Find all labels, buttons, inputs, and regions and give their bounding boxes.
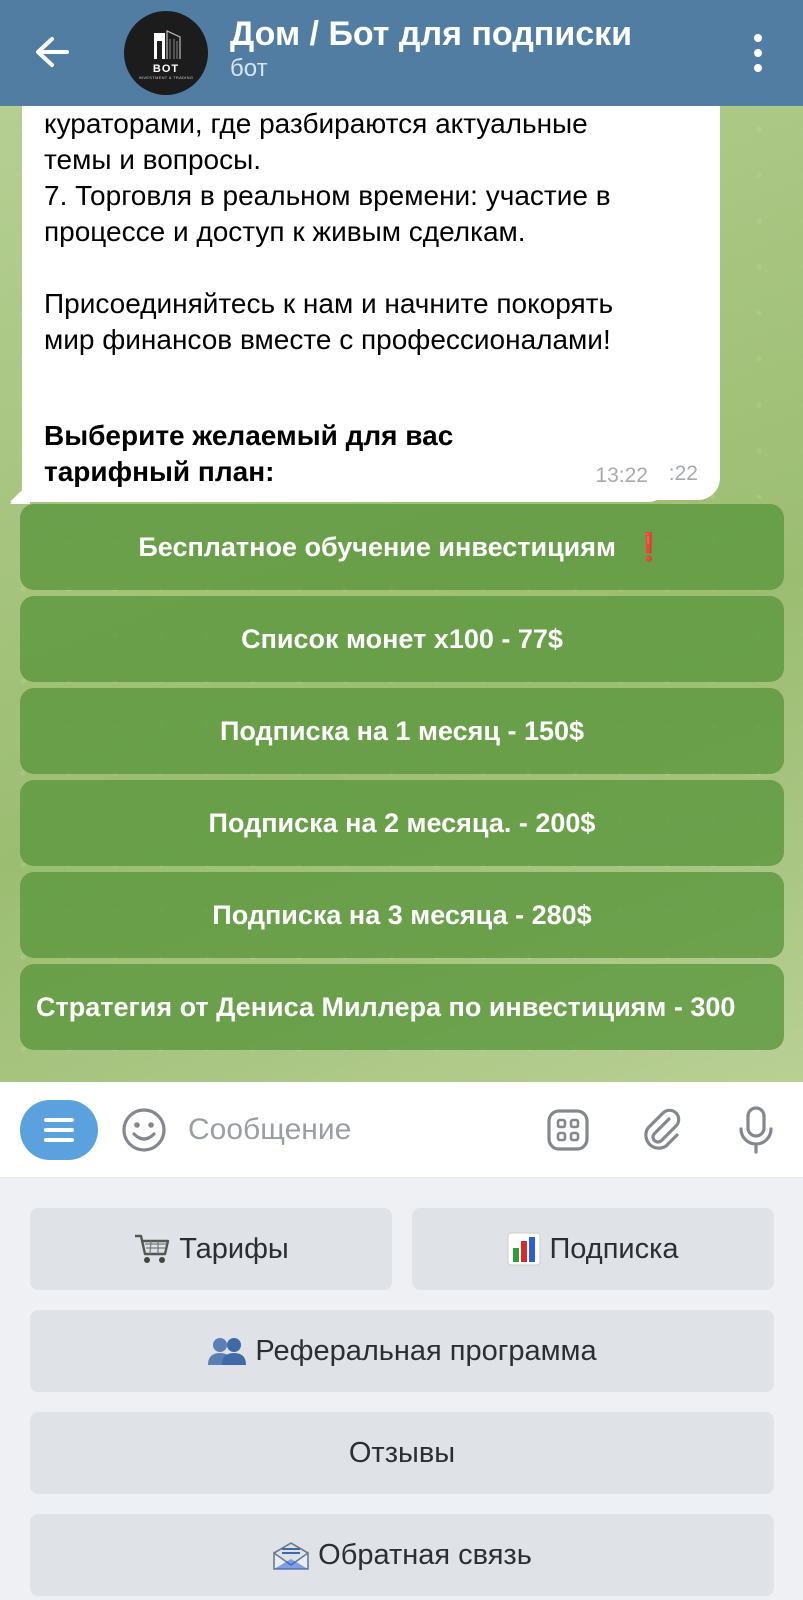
avatar[interactable]: BOT INVESTMENT & TRADING: [124, 11, 208, 95]
keyboard-button-label: Отзывы: [348, 1436, 456, 1469]
inline-button-subscription-3-months[interactable]: Подписка на 3 месяца - 280$: [20, 872, 784, 958]
message-line: [44, 250, 696, 286]
people-icon: [207, 1336, 247, 1366]
reply-keyboard: Тарифы Подписка Реферальная программа От…: [0, 1178, 803, 1600]
keyboard-button-label: Тарифы: [179, 1232, 289, 1265]
back-button[interactable]: [30, 30, 74, 74]
keyboard-button-feedback[interactable]: Обратная связь: [30, 1514, 774, 1596]
shopping-cart-icon: [133, 1232, 171, 1266]
message-line: процессе и доступ к живым сделкам.: [44, 216, 526, 247]
inline-button-free-training[interactable]: Бесплатное обучение инвестициям ❗: [20, 504, 784, 590]
inline-button-strategy[interactable]: Стратегия от Дениса Миллера по инвестици…: [20, 964, 784, 1050]
exclamation-icon: ❗: [632, 532, 666, 562]
inline-button-label: Стратегия от Дениса Миллера по инвестици…: [36, 991, 736, 1022]
more-options-icon[interactable]: [738, 28, 778, 78]
message-line: кураторами, где разбираются актуальные: [44, 108, 588, 139]
message-bubble[interactable]: Выберите желаемый для вас тарифный план:…: [22, 404, 670, 502]
inline-button-subscription-1-month[interactable]: Подписка на 1 месяц - 150$: [20, 688, 784, 774]
microphone-icon[interactable]: [730, 1104, 782, 1156]
inline-button-coin-list[interactable]: Список монет х100 - 77$: [20, 596, 784, 682]
message-input-bar: [0, 1082, 803, 1178]
message-line: 7. Торговля в реальном времени: участие …: [44, 180, 611, 211]
avatar-logo-text: BOT: [152, 62, 180, 75]
message-time: 13:22: [595, 464, 648, 487]
chat-area[interactable]: кураторами, где разбираются актуальные т…: [0, 106, 803, 1082]
keyboard-button-label: Обратная связь: [318, 1538, 532, 1571]
message-line: Присоединяйтесь к нам и начните покорять: [44, 288, 614, 319]
keyboard-button-referral[interactable]: Реферальная программа: [30, 1310, 774, 1392]
inline-button-label: Подписка на 1 месяц - 150$: [219, 715, 585, 746]
message-input[interactable]: [188, 1106, 508, 1154]
message-line: темы и вопросы.: [44, 144, 261, 175]
inline-button-label: Подписка на 3 месяца - 280$: [212, 899, 592, 930]
message-line: мир финансов вместе с профессионалами!: [44, 324, 611, 355]
message-text: Выберите желаемый для вас тарифный план:: [44, 420, 454, 487]
attach-icon[interactable]: [636, 1104, 688, 1156]
chat-subtitle: бот: [230, 55, 268, 82]
inline-button-label: Список монет х100 - 77$: [241, 623, 563, 654]
inline-button-label: Подписка на 2 месяца. - 200$: [208, 807, 596, 838]
keyboard-button-label: Реферальная программа: [255, 1334, 597, 1367]
building-logo-icon: [154, 29, 181, 59]
avatar-logo-subtext: INVESTMENT & TRADING: [138, 74, 194, 80]
bar-chart-icon: [507, 1232, 541, 1266]
inline-button-subscription-2-months[interactable]: Подписка на 2 месяца. - 200$: [20, 780, 784, 866]
incoming-envelope-icon: [272, 1539, 310, 1571]
keyboard-button-label: Подписка: [549, 1232, 679, 1265]
chat-title-block[interactable]: Дом / Бот для подписки бот: [230, 14, 632, 84]
inline-button-label: Бесплатное обучение инвестициям: [138, 531, 616, 562]
keyboard-button-subscription[interactable]: Подписка: [412, 1208, 774, 1290]
back-arrow-icon: [36, 37, 69, 67]
sticker-icon[interactable]: [542, 1104, 594, 1156]
chat-header: BOT INVESTMENT & TRADING Дом / Бот для п…: [0, 0, 803, 106]
keyboard-button-tariffs[interactable]: Тарифы: [30, 1208, 392, 1290]
menu-icon[interactable]: [20, 1100, 98, 1160]
chat-title: Дом / Бот для подписки: [230, 15, 633, 53]
keyboard-button-reviews[interactable]: Отзывы: [30, 1412, 774, 1494]
emoji-icon[interactable]: [118, 1104, 170, 1156]
